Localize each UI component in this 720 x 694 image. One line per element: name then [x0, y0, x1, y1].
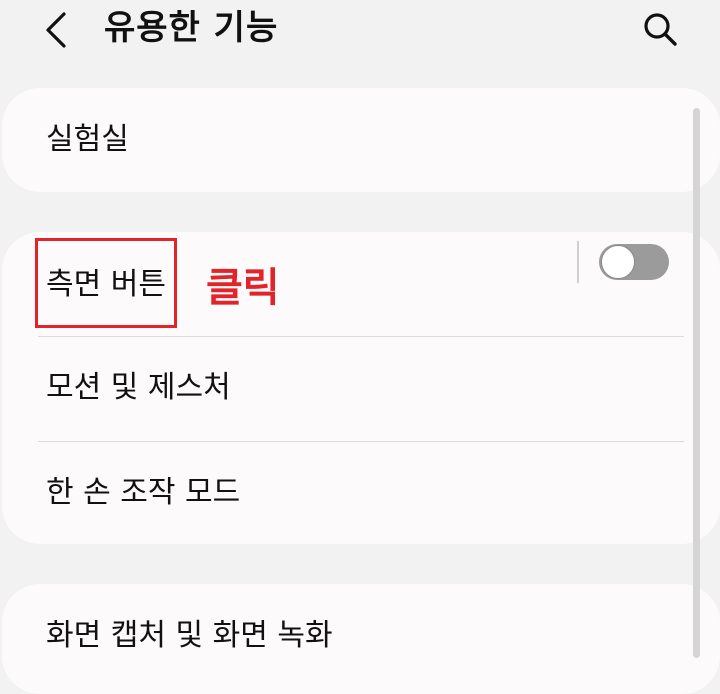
menu-item-labs[interactable]: 실험실 [2, 88, 720, 192]
menu-item-label: 모션 및 제스처 [46, 370, 231, 405]
search-button[interactable] [636, 6, 684, 54]
menu-item-label: 한 손 조작 모드 [46, 475, 241, 510]
toggle-separator [577, 241, 579, 283]
click-annotation: 클릭 [206, 265, 280, 311]
menu-item-one-handed-mode[interactable]: 한 손 조작 모드 [2, 442, 720, 544]
settings-card-labs: 실험실 [2, 88, 720, 192]
page-title: 유용한 기능 [104, 8, 279, 48]
menu-item-label: 화면 캡처 및 화면 녹화 [46, 618, 333, 653]
toggle-knob [601, 245, 635, 279]
menu-item-label: 실험실 [46, 122, 129, 157]
menu-item-screen-capture-recording[interactable]: 화면 캡처 및 화면 녹화 [2, 584, 720, 694]
menu-item-motions-gestures[interactable]: 모션 및 제스처 [2, 337, 720, 441]
one-handed-mode-toggle[interactable] [599, 244, 669, 280]
highlight-box [35, 238, 177, 328]
scrollbar[interactable] [693, 108, 700, 658]
settings-card-screenshots: 화면 캡처 및 화면 녹화 [2, 584, 720, 694]
back-button[interactable] [36, 8, 80, 52]
chevron-left-icon [46, 12, 66, 48]
search-icon [644, 13, 677, 46]
top-app-bar: 유용한 기능 [0, 0, 720, 62]
